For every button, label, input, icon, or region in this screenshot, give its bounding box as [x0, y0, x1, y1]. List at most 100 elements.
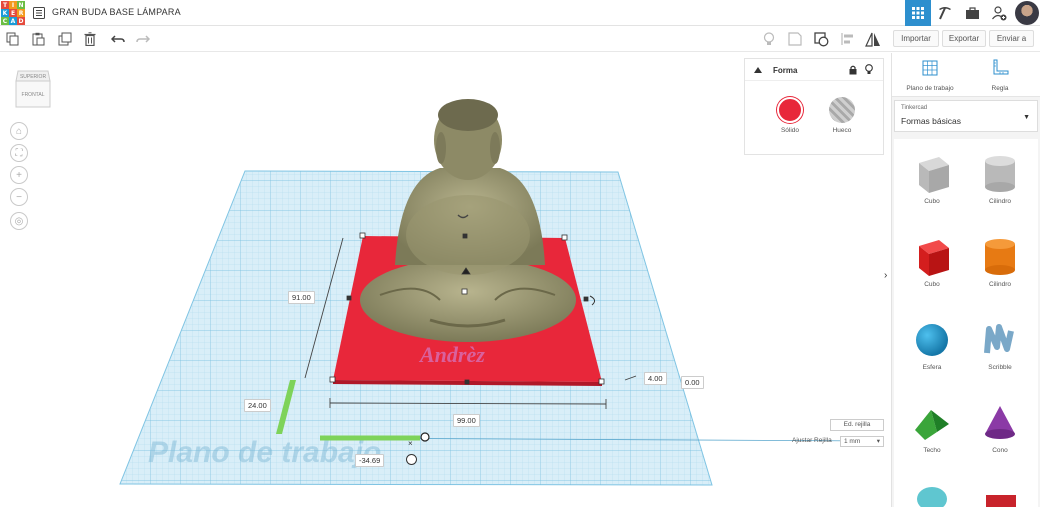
grid-view-button[interactable]: [905, 0, 931, 26]
align-button[interactable]: [840, 31, 856, 47]
shape-label: Cubo: [924, 198, 940, 205]
shape-box[interactable]: Cubo: [898, 228, 966, 310]
shape-label: Cilindro: [988, 198, 1012, 205]
undo-button[interactable]: [110, 31, 126, 47]
elevation-dimension[interactable]: 4.00: [644, 372, 667, 385]
delete-icon: [84, 32, 96, 46]
keyboard-icon[interactable]: [406, 454, 417, 465]
shape-partial-text[interactable]: [984, 481, 1018, 507]
shape-partial-next[interactable]: [916, 481, 948, 507]
dropdown-arrow-icon: ▼: [1023, 114, 1030, 121]
solid-color-swatch[interactable]: [777, 97, 803, 123]
shape-inspector: Forma Sólido Hueco: [744, 58, 884, 155]
minecraft-button[interactable]: [932, 0, 958, 26]
hole-label: Hueco: [832, 127, 852, 134]
library-name: Formas básicas: [901, 116, 961, 126]
grid-view-icon: [912, 7, 924, 19]
offset-dimension[interactable]: -34.69: [355, 454, 385, 467]
visibility-bulb-icon[interactable]: [865, 64, 873, 76]
redo-button[interactable]: [135, 31, 151, 47]
show-all-button[interactable]: [761, 31, 777, 47]
edit-toolbar: Importar Exportar Enviar a: [0, 26, 1040, 52]
fit-view-button[interactable]: ⛶: [10, 144, 28, 162]
fit-view-icon: ⛶: [15, 147, 23, 159]
shape-label: Scribble: [988, 364, 1012, 371]
shape-box-hole[interactable]: Cubo: [898, 145, 966, 227]
lightbulb-icon: [763, 31, 775, 45]
tinkercad-logo[interactable]: TINKERCAD: [1, 1, 25, 25]
send-to-button[interactable]: Enviar a: [989, 30, 1034, 47]
snap-grid-select[interactable]: 1 mm ▾: [840, 436, 884, 447]
elevation-right-dimension[interactable]: 0.00: [681, 376, 704, 389]
briefcase-icon: [965, 6, 979, 19]
logo-letter: A: [9, 17, 17, 25]
collapse-arrow-icon[interactable]: [754, 67, 762, 73]
project-list-icon[interactable]: [33, 6, 45, 19]
ruler-icon: [993, 59, 1009, 75]
right-panel: Plano de trabajo Regla Tinkercad Formas …: [891, 53, 1040, 507]
shape-sphere[interactable]: Esfera: [898, 311, 966, 393]
cone-icon: [985, 406, 1015, 439]
viewcube-front-label: FRONTAL: [22, 92, 45, 98]
shape-cylinder-hole[interactable]: Cilindro: [966, 145, 1034, 227]
roof-icon: [915, 410, 949, 440]
ruler-tool[interactable]: Regla: [970, 59, 1030, 92]
shape-label: Cono: [992, 447, 1008, 454]
mirror-button[interactable]: [865, 31, 881, 47]
shape-grid: Cubo Cilindro Cubo Cilindro Esfera Scrib…: [894, 139, 1038, 507]
logo-letter: C: [1, 17, 9, 25]
workplane-tool[interactable]: Plano de trabajo: [900, 59, 960, 92]
logo-letter: N: [17, 1, 25, 9]
redo-icon: [136, 35, 150, 43]
box-icon: [919, 240, 949, 276]
shape-library-select[interactable]: Tinkercad Formas básicas ▼: [894, 100, 1038, 132]
add-user-button[interactable]: [986, 0, 1012, 26]
shape-label: Esfera: [922, 364, 942, 371]
duplicate-icon: [58, 32, 72, 46]
shape-roof[interactable]: Techo: [898, 394, 966, 476]
perspective-button[interactable]: ◎: [10, 212, 28, 230]
home-view-button[interactable]: ⌂: [10, 122, 28, 140]
top-bar: TINKERCAD GRAN BUDA BASE LÁMPARA: [0, 0, 1040, 26]
inspector-header: Forma: [745, 59, 883, 81]
hole-swatch[interactable]: [829, 97, 855, 123]
paste-button[interactable]: [30, 31, 46, 47]
duplicate-button[interactable]: [57, 31, 73, 47]
width-dimension[interactable]: 99.00: [453, 414, 480, 427]
copy-button[interactable]: [5, 31, 21, 47]
box-hole-icon: [919, 157, 949, 193]
group-button[interactable]: [813, 31, 829, 47]
workplane-label: Plano de trabajo: [148, 436, 382, 469]
project-title[interactable]: GRAN BUDA BASE LÁMPARA: [52, 7, 181, 17]
solid-label: Sólido: [780, 127, 800, 134]
zoom-out-button[interactable]: −: [10, 188, 28, 206]
shape-label: Cilindro: [988, 281, 1012, 288]
home-icon: ⌂: [15, 125, 23, 137]
mirror-icon: [865, 32, 880, 47]
perspective-icon: ◎: [14, 215, 24, 227]
zoom-in-button[interactable]: +: [10, 166, 28, 184]
close-offset-icon[interactable]: ×: [408, 439, 413, 448]
depth-dimension[interactable]: 24.00: [244, 399, 271, 412]
note-button[interactable]: [787, 31, 803, 47]
copy-icon: [6, 32, 19, 46]
import-button[interactable]: Importar: [893, 30, 939, 47]
paste-icon: [32, 32, 45, 46]
avatar[interactable]: [1015, 1, 1039, 25]
note-icon: [788, 32, 802, 46]
undo-icon: [111, 35, 125, 43]
delete-button[interactable]: [82, 31, 98, 47]
shape-scribble[interactable]: Scribble: [966, 311, 1034, 393]
group-icon: [813, 31, 828, 46]
logo-letter: E: [9, 9, 17, 17]
snap-grid-label: Ajustar Rejilla: [792, 437, 832, 444]
shape-cylinder[interactable]: Cilindro: [966, 228, 1034, 310]
export-button[interactable]: Exportar: [942, 30, 986, 47]
lessons-button[interactable]: [959, 0, 985, 26]
view-cube[interactable]: SUPERIOR FRONTAL: [14, 65, 52, 109]
edit-grid-button[interactable]: Ed. rejilla: [830, 419, 884, 431]
lock-icon[interactable]: [849, 65, 857, 75]
height-dimension[interactable]: 91.00: [288, 291, 315, 304]
shape-cone[interactable]: Cono: [966, 394, 1034, 476]
plus-icon: +: [16, 169, 22, 181]
